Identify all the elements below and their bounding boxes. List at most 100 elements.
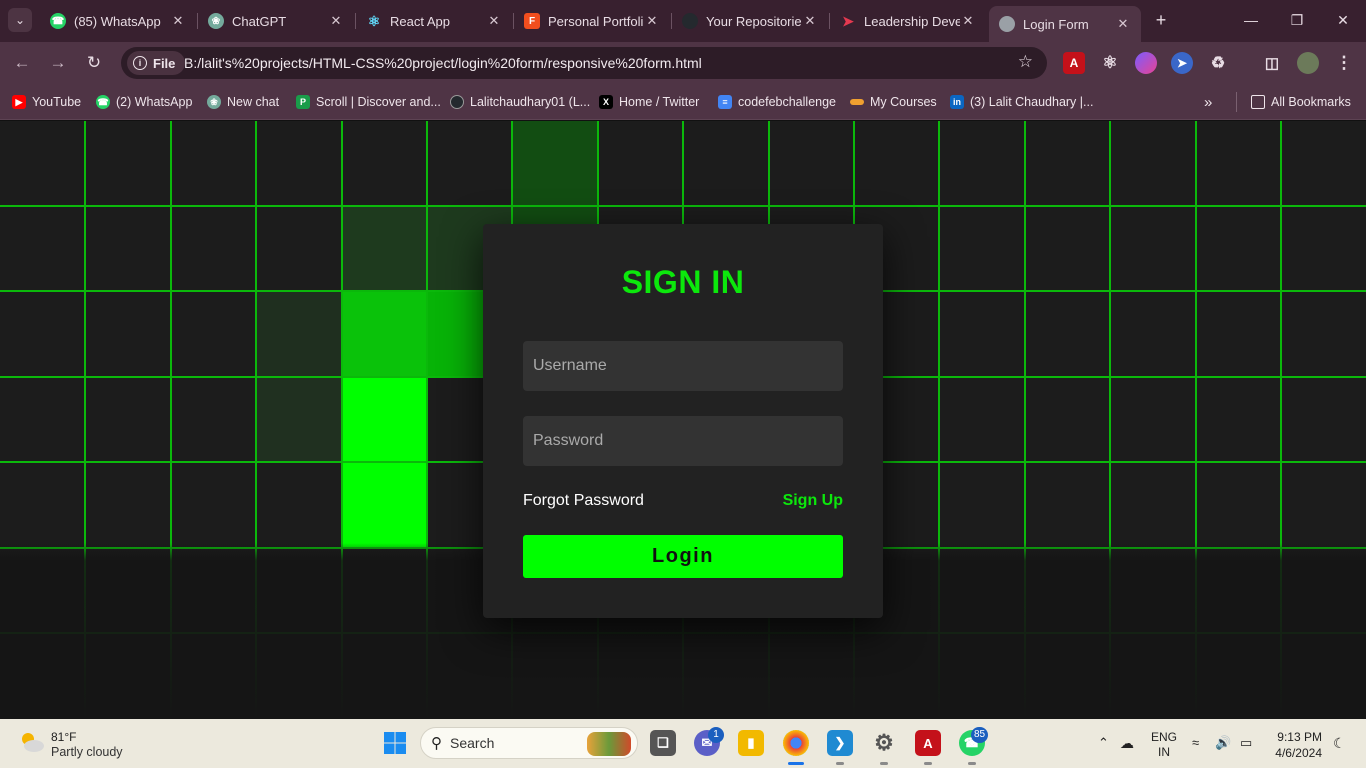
- weather-temperature[interactable]: 81°F: [51, 730, 76, 744]
- close-window-button[interactable]: ✕: [1320, 8, 1366, 32]
- file-explorer-icon[interactable]: ▮: [738, 730, 764, 756]
- form-title: SIGN IN: [621, 264, 745, 300]
- github-icon: [450, 95, 464, 109]
- close-icon[interactable]: ✕: [644, 13, 660, 29]
- all-bookmarks-button[interactable]: All Bookmarks: [1236, 92, 1351, 112]
- globe-icon: [999, 16, 1015, 32]
- close-icon[interactable]: ✕: [960, 13, 976, 29]
- acrobat-icon[interactable]: A: [915, 730, 941, 756]
- windows-icon: [384, 732, 406, 754]
- reload-icon: ↻: [86, 53, 102, 72]
- back-button[interactable]: ←: [10, 52, 34, 74]
- url-text[interactable]: B:/lalit's%20projects/HTML-CSS%20project…: [184, 55, 702, 71]
- clock-date: 4/6/2024: [1275, 746, 1322, 760]
- whatsapp-icon: ☎: [96, 95, 110, 109]
- forward-button[interactable]: →: [46, 52, 70, 74]
- side-panel-icon[interactable]: ◫: [1261, 52, 1283, 74]
- coursera-icon: ➤: [842, 12, 854, 29]
- react-icon: ⚛: [367, 12, 381, 29]
- grid-cell: [341, 291, 427, 377]
- bookmark-my-courses[interactable]: My Courses: [850, 92, 937, 112]
- menu-kebab-icon[interactable]: ⋮: [1333, 52, 1355, 74]
- bookmark-label: (2) WhatsApp: [116, 95, 193, 109]
- bookmark-scroll[interactable]: P Scroll | Discover and...: [296, 92, 441, 112]
- address-bar[interactable]: i File B:/lalit's%20projects/HTML-CSS%20…: [121, 47, 1047, 79]
- bookmark-github[interactable]: Lalitchaudhary01 (L...: [450, 92, 590, 112]
- partly-cloudy-icon: [22, 733, 44, 752]
- bookmark-whatsapp[interactable]: ☎ (2) WhatsApp: [96, 92, 192, 112]
- notification-moon-icon[interactable]: ☾: [1333, 735, 1346, 752]
- login-card: SIGN IN Forgot Password Sign Up Login: [483, 224, 883, 618]
- tab-title: Leadership Deve: [864, 13, 960, 29]
- courses-icon: [850, 99, 864, 105]
- grid-cell: [341, 462, 427, 548]
- bookmark-linkedin[interactable]: in (3) Lalit Chaudhary |...: [950, 92, 1093, 112]
- vscode-icon[interactable]: ❯: [827, 730, 853, 756]
- tab-whatsapp[interactable]: ☎ (85) WhatsApp ✕: [40, 7, 196, 35]
- password-input[interactable]: [523, 416, 843, 466]
- settings-running-indicator: [880, 762, 888, 765]
- bookmark-new-chat[interactable]: ❀ New chat: [207, 92, 279, 112]
- tab-leadership[interactable]: ➤ Leadership Deve ✕: [830, 7, 986, 35]
- tab-search-button[interactable]: ⌄: [8, 8, 32, 32]
- new-tab-button[interactable]: +: [1150, 9, 1172, 31]
- reload-button[interactable]: ↻: [82, 52, 106, 74]
- settings-gear-icon[interactable]: ⚙: [871, 730, 897, 756]
- info-icon: i: [133, 56, 147, 70]
- tab-personal-portfolio[interactable]: F Personal Portfoli ✕: [514, 7, 670, 35]
- bookmark-star-icon[interactable]: ☆: [1018, 52, 1033, 72]
- cursor-extension-icon[interactable]: ➤: [1171, 52, 1193, 74]
- close-icon[interactable]: ✕: [802, 13, 818, 29]
- system-clock[interactable]: 9:13 PM 4/6/2024: [1268, 729, 1322, 761]
- tab-title: Personal Portfoli: [548, 13, 644, 29]
- close-icon[interactable]: ✕: [1115, 16, 1131, 32]
- bookmark-label: Home / Twitter: [619, 95, 700, 109]
- grid-cell: [341, 205, 427, 291]
- forgot-password-link[interactable]: Forgot Password: [523, 492, 644, 510]
- extensions-puzzle-icon[interactable]: ♻: [1207, 52, 1229, 74]
- tab-strip: ⌄ ☎ (85) WhatsApp ✕ ❀ ChatGPT ✕ ⚛ React …: [0, 0, 1366, 42]
- bookmark-twitter[interactable]: X Home / Twitter: [599, 92, 699, 112]
- start-button[interactable]: [382, 730, 408, 756]
- tab-your-repositories[interactable]: Your Repositorie ✕: [672, 7, 828, 35]
- show-hidden-icons-chevron-icon[interactable]: ⌃: [1098, 735, 1109, 751]
- acrobat-running-indicator: [924, 762, 932, 765]
- weather-description[interactable]: Partly cloudy: [51, 745, 123, 759]
- site-info-chip[interactable]: i File: [127, 51, 186, 75]
- taskbar: 81°F Partly cloudy ⚲ Search ❏ ✉ 1 ▮ ❯ ⚙ …: [0, 719, 1366, 768]
- close-icon[interactable]: ✕: [170, 13, 186, 29]
- onedrive-cloud-icon[interactable]: ☁: [1120, 735, 1134, 752]
- login-button[interactable]: Login: [523, 535, 843, 578]
- tab-chatgpt[interactable]: ❀ ChatGPT ✕: [198, 7, 354, 35]
- bookmark-codefebchallenge[interactable]: ≡ codefebchallenge: [718, 92, 836, 112]
- figma-icon: F: [524, 13, 540, 29]
- search-highlight-image: [587, 732, 631, 756]
- whatsapp-running-indicator: [968, 762, 976, 765]
- tab-login-form[interactable]: Login Form ✕: [989, 6, 1141, 42]
- more-bookmarks-button[interactable]: »: [1204, 92, 1212, 112]
- battery-icon[interactable]: ▭: [1240, 735, 1252, 751]
- bookmark-youtube[interactable]: ▶ YouTube: [12, 92, 81, 112]
- tab-react-app[interactable]: ⚛ React App ✕: [356, 7, 512, 35]
- chrome-icon[interactable]: [783, 730, 809, 756]
- task-view-icon[interactable]: ❏: [650, 730, 676, 756]
- bookmark-label: Scroll | Discover and...: [316, 95, 441, 109]
- sign-up-link[interactable]: Sign Up: [783, 492, 843, 510]
- ai-extension-icon[interactable]: [1135, 52, 1157, 74]
- profile-avatar[interactable]: [1297, 52, 1319, 74]
- react-devtools-icon[interactable]: ⚛: [1099, 52, 1121, 74]
- bookmark-label: (3) Lalit Chaudhary |...: [970, 95, 1094, 109]
- language-indicator[interactable]: ENG IN: [1151, 730, 1177, 760]
- restore-button[interactable]: ❐: [1274, 8, 1320, 32]
- wifi-icon[interactable]: ≈: [1192, 735, 1199, 750]
- close-icon: ✕: [1337, 12, 1349, 28]
- username-input[interactable]: [523, 341, 843, 391]
- minimize-button[interactable]: —: [1228, 8, 1274, 32]
- bookmark-label: New chat: [227, 95, 280, 109]
- volume-icon[interactable]: 🔊: [1215, 735, 1231, 751]
- region-code: IN: [1158, 745, 1170, 759]
- close-icon[interactable]: ✕: [328, 13, 344, 29]
- acrobat-extension-icon[interactable]: A: [1063, 52, 1085, 74]
- taskbar-search[interactable]: ⚲ Search: [420, 727, 638, 759]
- close-icon[interactable]: ✕: [486, 13, 502, 29]
